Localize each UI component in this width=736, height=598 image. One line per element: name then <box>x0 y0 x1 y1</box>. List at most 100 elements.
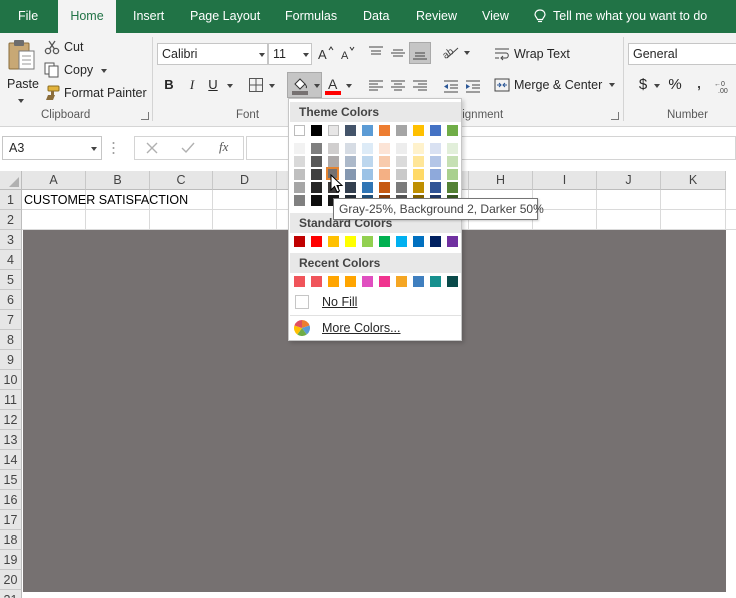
theme-shade-swatch[interactable] <box>345 156 356 167</box>
theme-shade-swatch[interactable] <box>430 169 441 180</box>
borders-dropdown-icon[interactable] <box>269 84 275 88</box>
theme-shade-swatch[interactable] <box>345 143 356 154</box>
row-header[interactable]: 11 <box>0 390 22 410</box>
decrease-font-size-button[interactable]: A <box>340 45 356 66</box>
theme-color-swatch[interactable] <box>345 125 356 136</box>
row-header[interactable]: 21 <box>0 590 22 598</box>
theme-shade-swatch[interactable] <box>447 182 458 193</box>
standard-color-swatch[interactable] <box>328 236 339 247</box>
column-header[interactable]: D <box>213 171 277 190</box>
recent-color-swatch[interactable] <box>447 276 458 287</box>
align-center-button[interactable] <box>390 78 406 94</box>
clipboard-launcher-icon[interactable] <box>141 112 149 120</box>
italic-button[interactable]: I <box>183 76 201 94</box>
decrease-indent-button[interactable] <box>443 78 459 94</box>
tab-insert[interactable]: Insert <box>133 0 164 33</box>
standard-color-swatch[interactable] <box>447 236 458 247</box>
standard-color-swatch[interactable] <box>362 236 373 247</box>
borders-button[interactable] <box>248 77 278 95</box>
theme-shade-swatch[interactable] <box>294 156 305 167</box>
theme-shade-swatch[interactable] <box>311 195 322 206</box>
recent-color-swatch[interactable] <box>430 276 441 287</box>
recent-color-swatch[interactable] <box>345 276 356 287</box>
fill-color-dropdown-icon[interactable] <box>314 84 320 88</box>
row-header[interactable]: 7 <box>0 310 22 330</box>
theme-shade-swatch[interactable] <box>294 143 305 154</box>
theme-shade-swatch[interactable] <box>379 143 390 154</box>
recent-color-swatch[interactable] <box>413 276 424 287</box>
underline-dropdown-icon[interactable] <box>227 84 233 88</box>
standard-color-swatch[interactable] <box>379 236 390 247</box>
theme-shade-swatch[interactable] <box>413 169 424 180</box>
standard-color-swatch[interactable] <box>430 236 441 247</box>
standard-color-swatch[interactable] <box>396 236 407 247</box>
column-header[interactable]: I <box>533 171 597 190</box>
theme-shade-swatch[interactable] <box>294 195 305 206</box>
underline-button[interactable]: U <box>204 76 222 94</box>
theme-shade-swatch[interactable] <box>362 143 373 154</box>
number-format-combo[interactable]: General <box>628 43 736 65</box>
theme-shade-swatch[interactable] <box>311 169 322 180</box>
row-header[interactable]: 13 <box>0 430 22 450</box>
top-align-button[interactable] <box>368 45 384 61</box>
row-header[interactable]: 17 <box>0 510 22 530</box>
column-header[interactable]: J <box>597 171 661 190</box>
tab-file[interactable]: File <box>18 0 38 33</box>
standard-color-swatch[interactable] <box>345 236 356 247</box>
theme-shade-swatch[interactable] <box>311 182 322 193</box>
theme-color-swatch[interactable] <box>328 125 339 136</box>
more-colors-option[interactable]: More Colors... <box>290 317 461 339</box>
theme-color-swatch[interactable] <box>447 125 458 136</box>
row-header[interactable]: 6 <box>0 290 22 310</box>
theme-shade-swatch[interactable] <box>328 156 339 167</box>
theme-shade-swatch[interactable] <box>413 143 424 154</box>
row-header[interactable]: 8 <box>0 330 22 350</box>
align-right-button[interactable] <box>412 78 428 94</box>
tab-home[interactable]: Home <box>58 0 116 35</box>
row-header[interactable]: 5 <box>0 270 22 290</box>
accounting-dropdown-icon[interactable] <box>654 84 660 88</box>
font-size-combo[interactable]: 11 <box>268 43 312 65</box>
row-header[interactable]: 15 <box>0 470 22 490</box>
column-header[interactable]: C <box>150 171 213 190</box>
row-header[interactable]: 18 <box>0 530 22 550</box>
accounting-format-button[interactable]: $ <box>634 76 652 94</box>
wrap-text-button[interactable]: Wrap Text <box>494 45 574 63</box>
theme-shade-swatch[interactable] <box>430 182 441 193</box>
column-header[interactable]: A <box>22 171 86 190</box>
theme-shade-swatch[interactable] <box>396 169 407 180</box>
enter-checkmark-icon[interactable] <box>181 142 195 154</box>
row-header[interactable]: 1 <box>0 190 22 210</box>
theme-shade-swatch[interactable] <box>362 156 373 167</box>
theme-shade-swatch[interactable] <box>311 156 322 167</box>
increase-font-size-button[interactable]: A <box>318 45 334 66</box>
recent-color-swatch[interactable] <box>362 276 373 287</box>
theme-shade-swatch[interactable] <box>396 182 407 193</box>
increase-decimal-button[interactable]: ←0 .00 <box>714 78 736 95</box>
theme-color-swatch[interactable] <box>379 125 390 136</box>
theme-shade-swatch[interactable] <box>294 169 305 180</box>
theme-shade-swatch[interactable] <box>345 182 356 193</box>
row-header[interactable]: 2 <box>0 210 22 230</box>
font-color-dropdown-icon[interactable] <box>346 84 352 88</box>
theme-shade-swatch[interactable] <box>328 143 339 154</box>
row-header[interactable]: 20 <box>0 570 22 590</box>
theme-shade-swatch[interactable] <box>379 182 390 193</box>
recent-color-swatch[interactable] <box>294 276 305 287</box>
theme-shade-swatch[interactable] <box>362 182 373 193</box>
orientation-dropdown-icon[interactable] <box>464 51 470 55</box>
middle-align-button[interactable] <box>390 45 406 61</box>
theme-shade-swatch[interactable] <box>413 156 424 167</box>
column-header[interactable]: K <box>661 171 726 190</box>
copy-button[interactable]: Copy <box>44 61 110 79</box>
row-header[interactable]: 16 <box>0 490 22 510</box>
theme-color-swatch[interactable] <box>396 125 407 136</box>
theme-shade-swatch[interactable] <box>362 169 373 180</box>
font-size-dropdown-icon[interactable] <box>303 53 309 57</box>
tab-view[interactable]: View <box>482 0 509 33</box>
theme-shade-swatch[interactable] <box>396 143 407 154</box>
orientation-button[interactable]: ab <box>441 44 471 62</box>
theme-color-swatch[interactable] <box>362 125 373 136</box>
select-all-button[interactable] <box>0 171 22 190</box>
font-name-combo[interactable]: Calibri <box>157 43 268 65</box>
